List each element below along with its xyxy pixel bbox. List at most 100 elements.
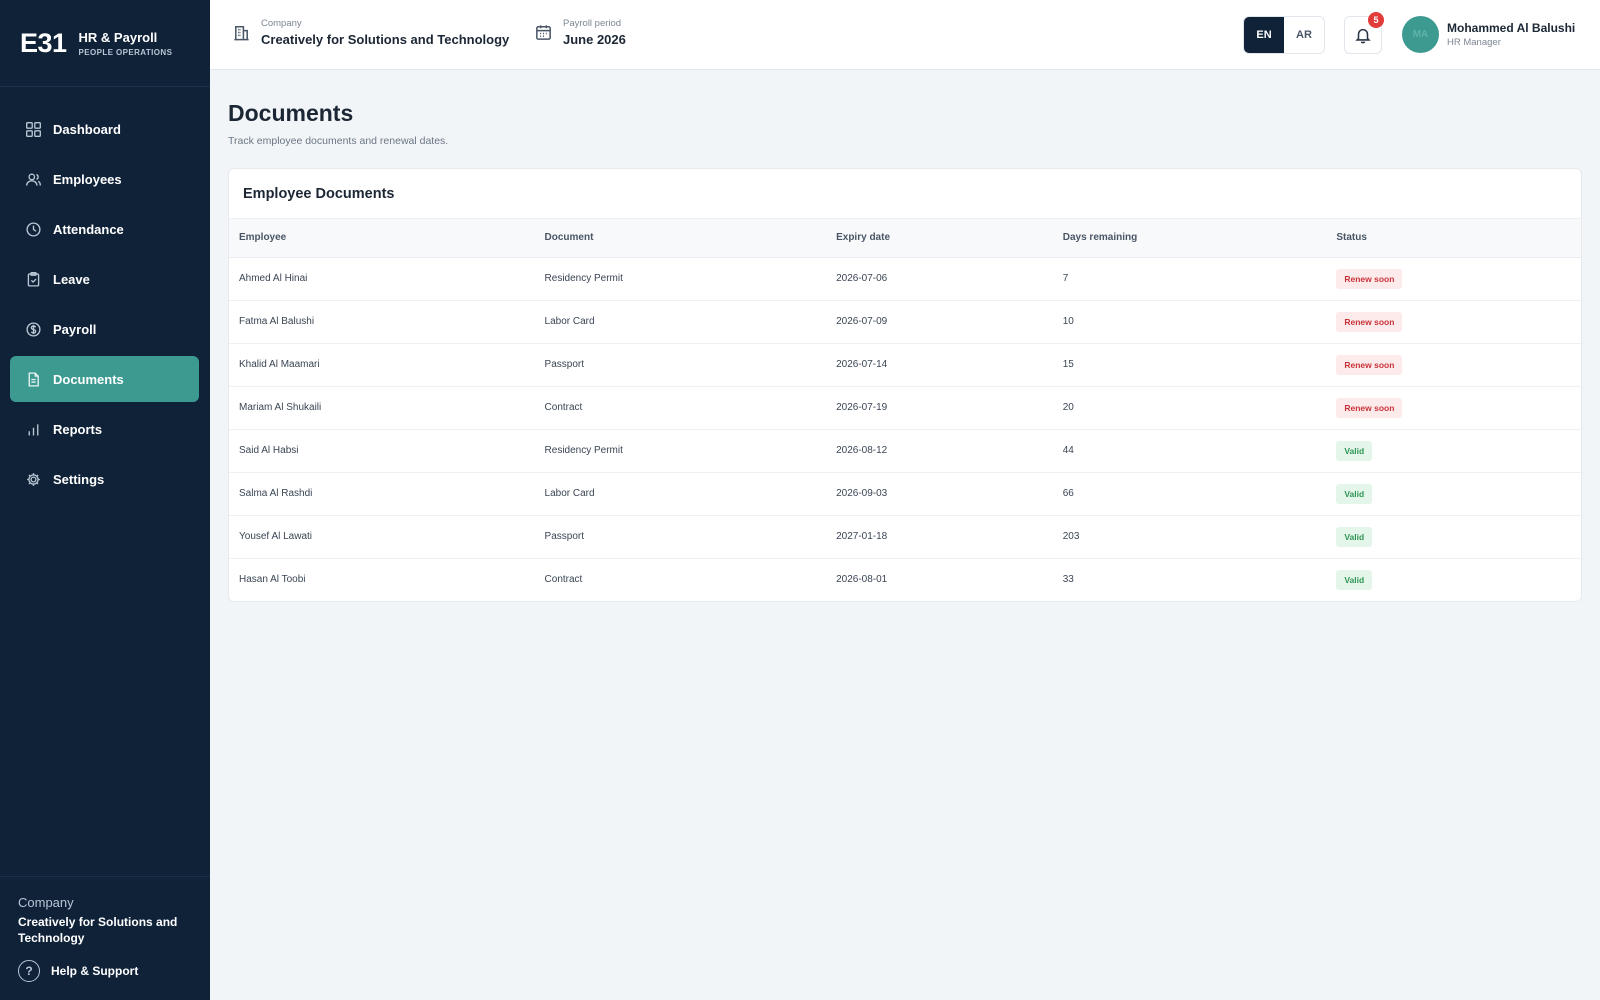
employee-cell: Yousef Al Lawati (229, 515, 535, 559)
company-selector[interactable]: Company Creatively for Solutions and Tec… (230, 18, 509, 47)
help-support-label: Help & Support (51, 964, 139, 978)
sidebar-item-attendance[interactable]: Attendance (10, 206, 199, 252)
column-header-expiry-date[interactable]: Expiry date (826, 219, 1053, 258)
status-badge: Renew soon (1336, 268, 1403, 289)
sidebar-item-label: Dashboard (53, 121, 121, 137)
sidebar-item-settings[interactable]: Settings (10, 456, 199, 502)
column-header-days-remaining[interactable]: Days remaining (1052, 219, 1327, 258)
days-remaining-cell: 7 (1052, 257, 1327, 301)
table-body: Ahmed Al Hinai Residency Permit 2026-07-06… (229, 257, 1581, 601)
column-header-status[interactable]: Status (1326, 219, 1581, 258)
employee-cell: Said Al Habsi (229, 429, 535, 473)
sidebar-item-label: Attendance (53, 221, 124, 237)
language-en-button[interactable]: EN (1244, 17, 1284, 53)
status-cell: Valid (1326, 472, 1581, 516)
table-row[interactable]: Mariam Al Shukaili Contract 2026-07-19 20 Re… (229, 386, 1581, 430)
sidebar-footer: Company Creatively for Solutions and Tec… (0, 876, 210, 982)
brand-text: HR & Payroll PEOPLE OPERATIONS (79, 30, 173, 57)
company-value: Creatively for Solutions and Technology (261, 32, 510, 47)
documents-table: Employee Document Expiry date Days remai… (229, 219, 1581, 601)
sidebar-item-documents[interactable]: Documents (10, 356, 199, 402)
employee-cell: Salma Al Rashdi (229, 472, 535, 516)
sidebar-nav: Dashboard Employees Attendance Leave Pay… (10, 106, 199, 506)
status-badge: Valid (1336, 569, 1373, 590)
employee-cell: Fatma Al Balushi (229, 300, 535, 344)
sidebar-item-label: Reports (53, 421, 103, 437)
sidebar-item-label: Payroll (53, 321, 97, 337)
page-subtitle: Track employee documents and renewal dat… (228, 135, 449, 147)
question-icon: ? (18, 960, 40, 982)
status-cell: Renew soon (1326, 257, 1581, 301)
employee-cell: Hasan Al Toobi (239, 574, 306, 586)
clipboard-icon (24, 270, 42, 288)
sidebar-item-payroll[interactable]: Payroll (10, 306, 199, 352)
status-badge: Valid (1336, 526, 1373, 547)
table-row[interactable]: Salma Al Rashdi Labor Card 2026-09-03 66 Val… (229, 472, 1581, 516)
status-cell: Renew soon (1326, 386, 1581, 430)
sidebar-company-name: Creatively for Solutions and Technology (18, 915, 178, 945)
brand-subtitle: PEOPLE OPERATIONS (78, 47, 173, 57)
calendar-icon (532, 22, 554, 44)
brand[interactable]: E31 HR & Payroll PEOPLE OPERATIONS (0, 0, 210, 87)
payroll-period-selector[interactable]: Payroll period June 2026 (532, 18, 626, 47)
users-icon (24, 170, 42, 188)
expiry-date-cell: 2027-01-18 (826, 515, 1053, 559)
card-title: Employee Documents (229, 169, 1581, 219)
help-support-link[interactable]: ? Help & Support (18, 960, 192, 982)
dashboard-icon (24, 120, 42, 138)
table-row[interactable]: Yousef Al Lawati Passport 2027-01-18 203 Val… (229, 515, 1581, 559)
sidebar-item-label: Documents (53, 371, 124, 387)
payroll-period-text: Payroll period June 2026 (563, 18, 626, 47)
brand-title: HR & Payroll (78, 29, 158, 45)
employee-cell: Khalid Al Maamari (229, 343, 535, 387)
sidebar-item-dashboard[interactable]: Dashboard (10, 106, 199, 152)
status-badge: Renew soon (1336, 397, 1403, 418)
page-title: Documents (228, 100, 354, 126)
days-remaining-cell: 44 (1052, 429, 1327, 473)
document-cell: Residency Permit (534, 429, 827, 473)
status-cell: Valid (1326, 558, 1581, 601)
expiry-date-cell: 2026-07-14 (826, 343, 1053, 387)
table-header-row: Employee Document Expiry date Days remai… (229, 219, 1581, 258)
company-text: Company Creatively for Solutions and Tec… (261, 18, 509, 47)
table-row[interactable]: Ahmed Al Hinai Residency Permit 2026-07-06… (229, 257, 1581, 301)
sidebar-item-leave[interactable]: Leave (10, 256, 199, 302)
status-cell: Valid (1326, 515, 1581, 559)
document-cell: Residency Permit (534, 257, 827, 301)
building-icon (230, 22, 252, 44)
expiry-date-cell: 2026-08-01 (836, 574, 888, 586)
avatar: MA (1402, 16, 1439, 53)
expiry-date-cell: 2026-07-06 (826, 257, 1053, 301)
sidebar-item-employees[interactable]: Employees (10, 156, 199, 202)
table-row[interactable]: Fatma Al Balushi Labor Card 2026-07-09 10 Re… (229, 300, 1581, 344)
language-ar-button[interactable]: AR (1284, 17, 1324, 53)
sidebar-company-label: Company (18, 895, 74, 910)
bell-icon (1354, 26, 1372, 44)
days-remaining-cell: 20 (1052, 386, 1327, 430)
sidebar-item-reports[interactable]: Reports (10, 406, 199, 452)
column-header-document[interactable]: Document (534, 219, 827, 258)
document-icon (24, 370, 42, 388)
table-row[interactable]: Hasan Al Toobi Contract 2026-08-01 33 Valid (229, 558, 1581, 601)
days-remaining-cell: 66 (1052, 472, 1327, 516)
table-row[interactable]: Khalid Al Maamari Passport 2026-07-14 15 Ren… (229, 343, 1581, 387)
top-bar: Company Creatively for Solutions and Tec… (210, 0, 1600, 70)
table-row[interactable]: Said Al Habsi Residency Permit 2026-08-12 4… (229, 429, 1581, 473)
status-cell: Valid (1326, 429, 1581, 473)
column-header-employee[interactable]: Employee (229, 219, 535, 258)
expiry-date-cell: 2026-07-09 (826, 300, 1053, 344)
document-cell: Labor Card (534, 300, 827, 344)
document-cell: Passport (534, 343, 827, 387)
payroll-period-label: Payroll period (563, 18, 622, 29)
user-menu[interactable]: MA Mohammed Al Balushi HR Manager (1402, 16, 1575, 53)
status-cell: Renew soon (1326, 300, 1581, 344)
user-role: HR Manager (1447, 37, 1501, 48)
days-remaining-cell: 203 (1052, 515, 1327, 559)
gear-icon (24, 470, 42, 488)
sidebar-item-label: Leave (53, 271, 90, 287)
status-badge: Renew soon (1336, 354, 1403, 375)
expiry-date-cell: 2026-08-12 (826, 429, 1053, 473)
employee-cell: Mariam Al Shukaili (229, 386, 535, 430)
notification-count-badge: 5 (1368, 12, 1384, 28)
sidebar-item-label: Employees (53, 171, 122, 187)
